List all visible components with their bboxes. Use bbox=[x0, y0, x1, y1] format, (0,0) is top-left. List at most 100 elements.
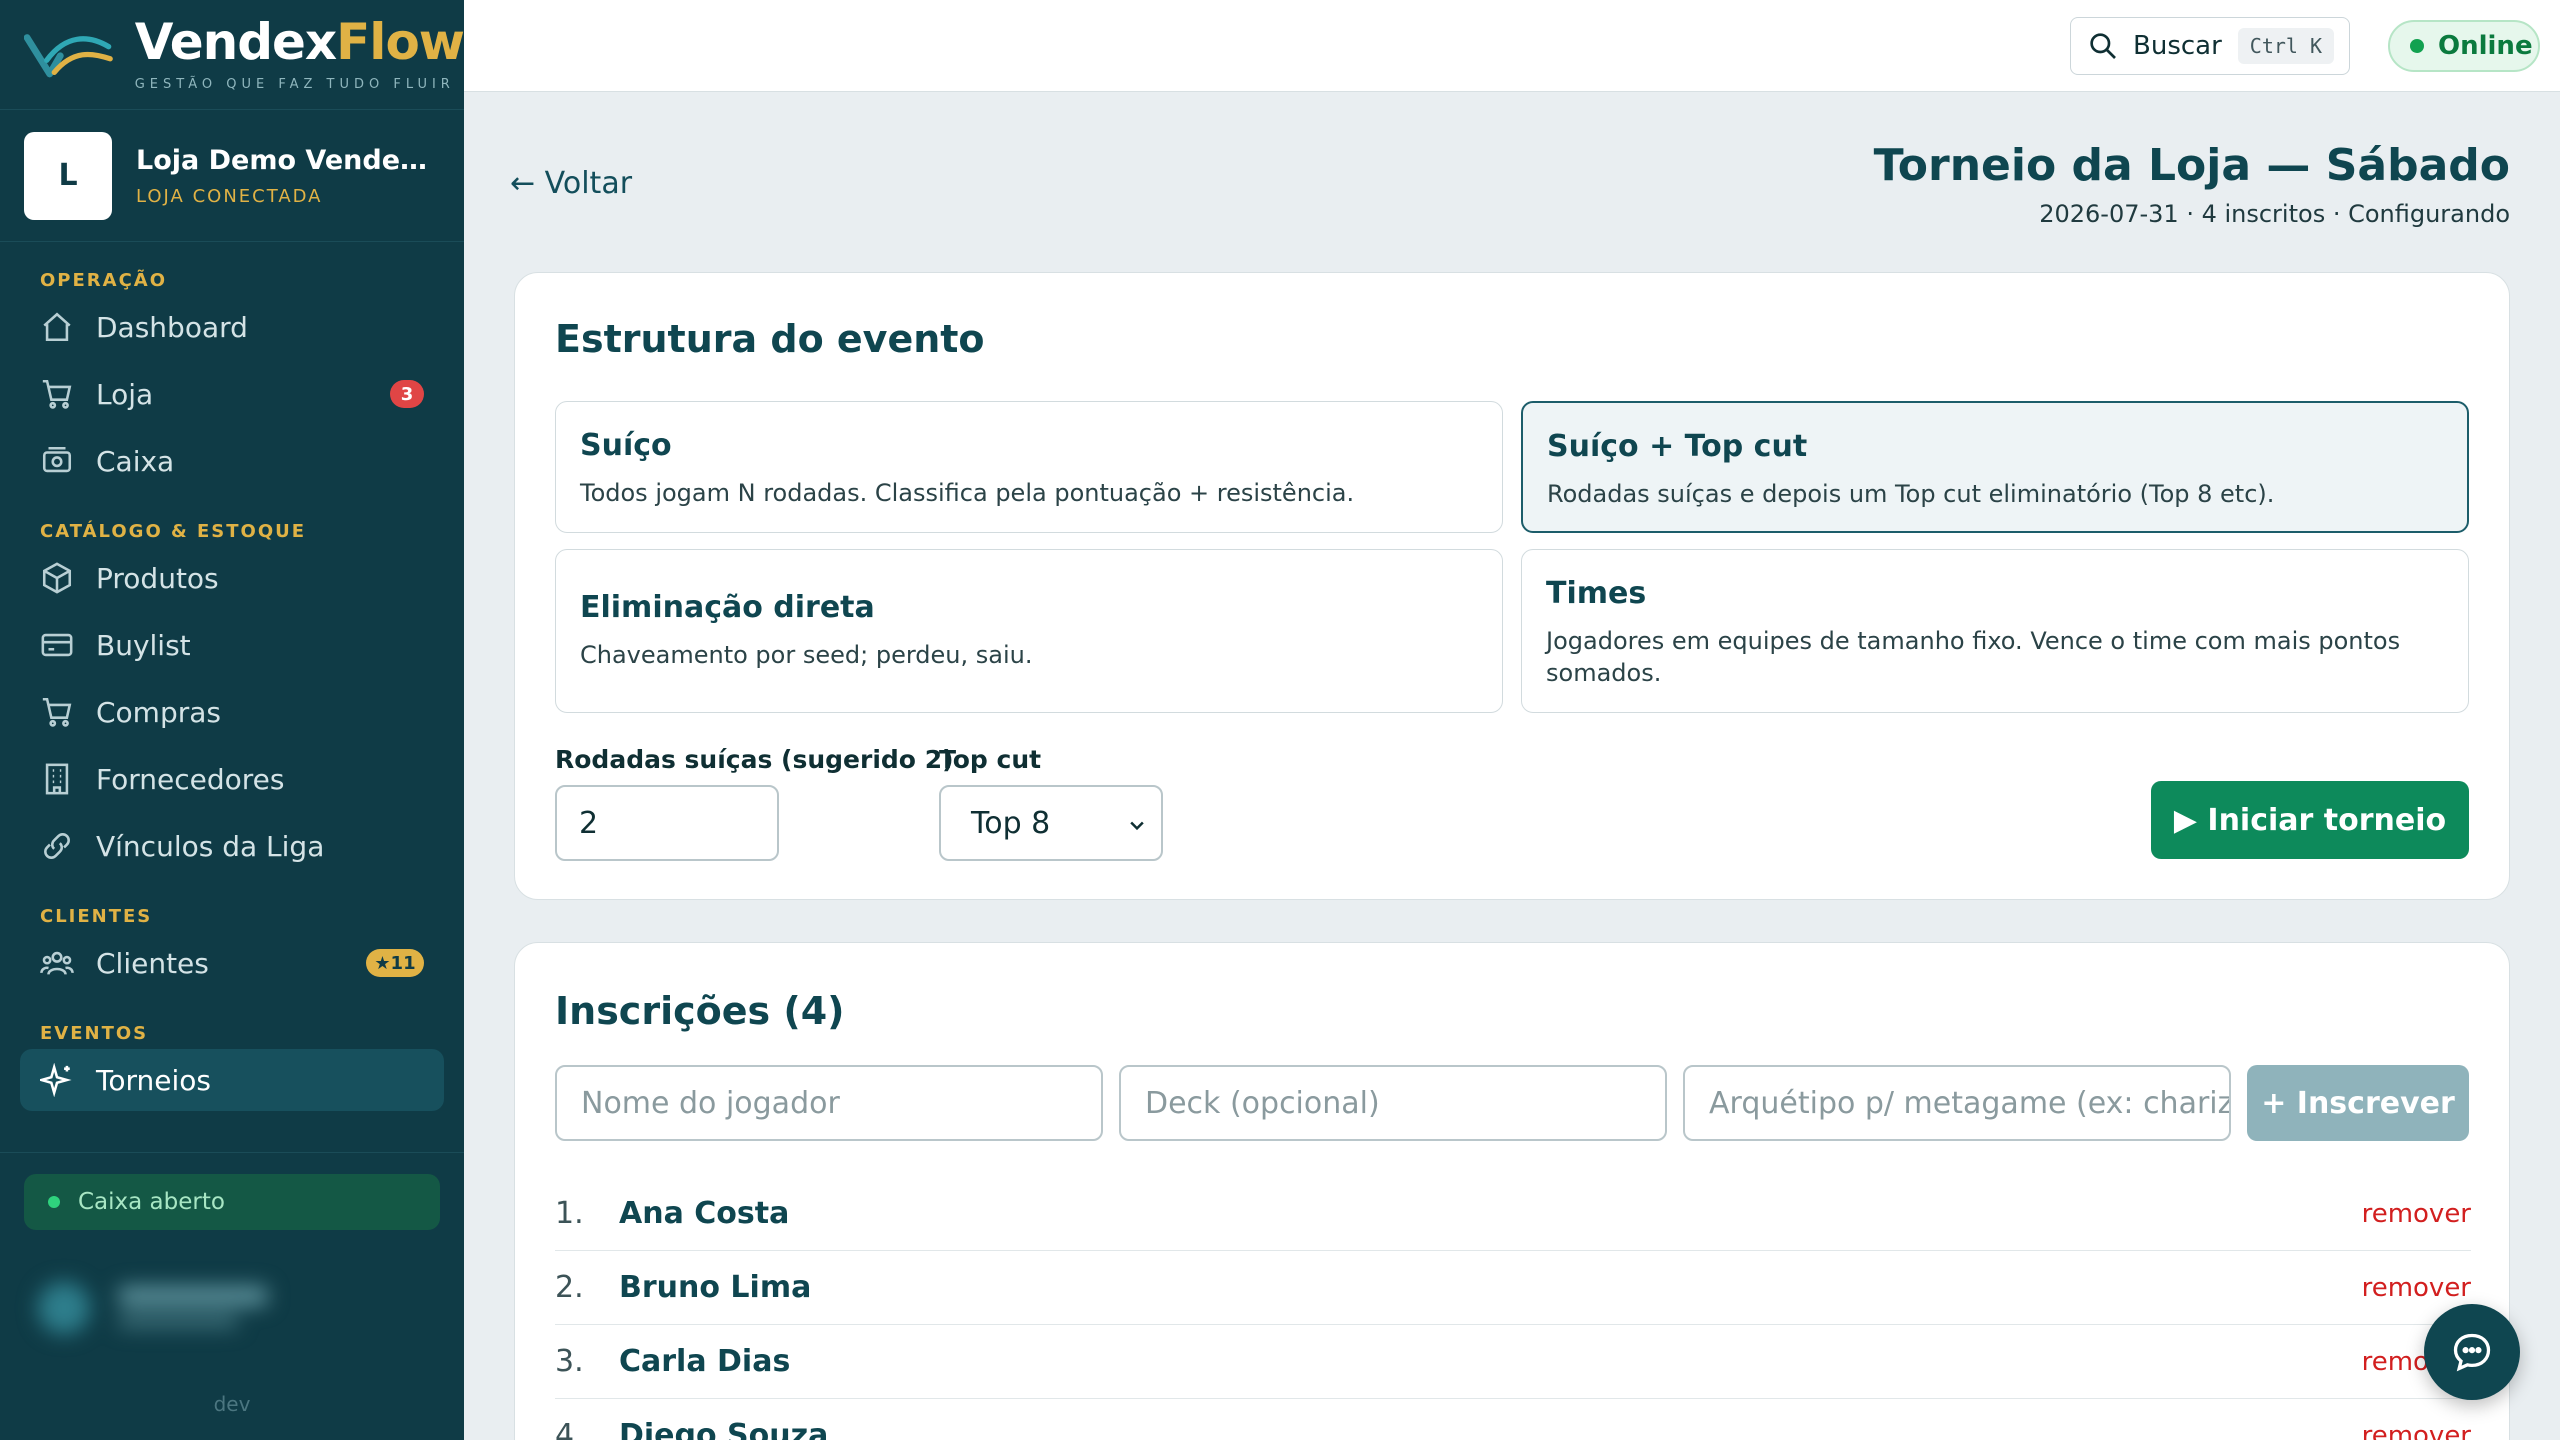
building-icon bbox=[40, 762, 74, 796]
row-number: 3. bbox=[555, 1344, 584, 1379]
format-option-desc: Rodadas suíças e depois um Top cut elimi… bbox=[1547, 480, 2275, 508]
page-title: Torneio da Loja — Sábado bbox=[1873, 140, 2510, 191]
sidebar-item-label: Compras bbox=[96, 695, 221, 729]
topcut-select[interactable]: Top 8 bbox=[939, 785, 1163, 861]
cash-status-pill[interactable]: Caixa aberto bbox=[24, 1174, 440, 1230]
store-name: Loja Demo VendexFlow bbox=[136, 144, 436, 176]
sidebar-item-vinculos-da-liga[interactable]: Vínculos da Liga bbox=[20, 815, 444, 877]
chat-bubble-icon bbox=[2453, 1333, 2491, 1372]
cart-icon bbox=[40, 377, 74, 411]
format-option-suico[interactable]: Suíço Todos jogam N rodadas. Classifica … bbox=[555, 401, 1503, 533]
vendexflow-logo-icon bbox=[24, 33, 113, 77]
home-icon bbox=[40, 310, 74, 344]
nav-section-clientes: CLIENTES bbox=[40, 906, 153, 927]
table-row: 2. Bruno Lima remover bbox=[555, 1251, 2471, 1325]
brand-header[interactable]: VendexFlow GESTÃO QUE FAZ TUDO FLUIR bbox=[0, 0, 465, 110]
user-profile-blurred[interactable] bbox=[28, 1278, 428, 1338]
remove-player-link[interactable]: remover bbox=[2362, 1421, 2471, 1440]
environment-label: dev bbox=[213, 1392, 251, 1416]
sidebar-item-compras[interactable]: Compras bbox=[20, 681, 444, 743]
event-structure-title: Estrutura do evento bbox=[555, 317, 985, 361]
row-number: 2. bbox=[555, 1270, 584, 1305]
sidebar-divider bbox=[0, 1152, 464, 1153]
format-option-suico-top-cut[interactable]: Suíço + Top cut Rodadas suíças e depois … bbox=[1521, 401, 2469, 533]
sidebar-item-label: Clientes bbox=[96, 946, 209, 980]
topcut-label: Top cut bbox=[939, 745, 1042, 774]
format-option-title: Times bbox=[1546, 576, 1647, 611]
search-button[interactable]: Buscar Ctrl K bbox=[2070, 17, 2350, 75]
rounds-label: Rodadas suíças (sugerido 2) bbox=[555, 745, 954, 774]
back-link[interactable]: ← Voltar bbox=[510, 166, 632, 201]
sidebar-item-label: Dashboard bbox=[96, 310, 248, 344]
search-label: Buscar bbox=[2133, 31, 2222, 61]
sidebar-item-buylist[interactable]: Buylist bbox=[20, 614, 444, 676]
enroll-button[interactable]: + Inscrever bbox=[2247, 1065, 2469, 1141]
store-switcher[interactable]: L Loja Demo VendexFlow LOJA CONECTADA bbox=[0, 110, 464, 242]
chevron-down-icon bbox=[1130, 821, 1144, 831]
format-option-title: Suíço + Top cut bbox=[1547, 429, 1808, 464]
sidebar: VendexFlow GESTÃO QUE FAZ TUDO FLUIR L L… bbox=[0, 0, 465, 1440]
format-option-desc: Chaveamento por seed; perdeu, saiu. bbox=[580, 641, 1033, 669]
sidebar-item-label: Vínculos da Liga bbox=[96, 829, 325, 863]
users-icon bbox=[40, 946, 74, 980]
sidebar-item-clientes[interactable]: Clientes ★11 bbox=[20, 932, 444, 994]
nav-section-operacao: OPERAÇÃO bbox=[40, 270, 168, 291]
table-row: 3. Carla Dias remover bbox=[555, 1325, 2471, 1399]
online-status-label: Online bbox=[2438, 31, 2533, 61]
clientes-star-badge: ★11 bbox=[366, 949, 424, 977]
store-status: LOJA CONECTADA bbox=[136, 185, 323, 207]
box-icon bbox=[40, 561, 74, 595]
format-option-title: Eliminação direta bbox=[580, 590, 875, 625]
cart-icon bbox=[40, 695, 74, 729]
player-name: Diego Souza bbox=[619, 1418, 829, 1440]
topbar: Buscar Ctrl K Online bbox=[464, 0, 2560, 92]
player-name-input[interactable]: Nome do jogador bbox=[555, 1065, 1103, 1141]
sidebar-item-label: Buylist bbox=[96, 628, 191, 662]
sidebar-item-produtos[interactable]: Produtos bbox=[20, 547, 444, 609]
archetype-input[interactable]: Arquétipo p/ metagame (ex: chariza bbox=[1683, 1065, 2231, 1141]
brand-tagline: GESTÃO QUE FAZ TUDO FLUIR bbox=[134, 77, 455, 92]
search-icon bbox=[2090, 33, 2116, 59]
player-name: Ana Costa bbox=[619, 1196, 790, 1231]
online-status-badge: Online bbox=[2388, 20, 2540, 72]
sidebar-item-fornecedores[interactable]: Fornecedores bbox=[20, 748, 444, 810]
sidebar-item-caixa[interactable]: Caixa bbox=[20, 430, 444, 492]
table-row: 1. Ana Costa remover bbox=[555, 1177, 2471, 1251]
online-dot bbox=[2410, 39, 2424, 53]
sidebar-item-label: Produtos bbox=[96, 561, 219, 595]
row-number: 1. bbox=[555, 1196, 584, 1231]
format-option-times[interactable]: Times Jogadores em equipes de tamanho fi… bbox=[1521, 549, 2469, 713]
sidebar-item-label: Caixa bbox=[96, 444, 175, 478]
remove-player-link[interactable]: remover bbox=[2362, 1199, 2471, 1229]
sidebar-item-label: Loja bbox=[96, 377, 154, 411]
format-option-desc: Jogadores em equipes de tamanho fixo. Ve… bbox=[1546, 627, 2401, 687]
store-avatar: L bbox=[24, 131, 112, 220]
cash-status-label: Caixa aberto bbox=[78, 1189, 225, 1215]
cash-icon bbox=[40, 444, 74, 478]
page-subtitle: 2026-07-31 · 4 inscritos · Configurando bbox=[2039, 200, 2510, 228]
card-icon bbox=[40, 628, 74, 662]
enrollments-card: Inscrições (4) Nome do jogador Deck (opc… bbox=[514, 942, 2510, 1440]
rounds-input[interactable] bbox=[555, 785, 779, 861]
sidebar-item-label: Torneios bbox=[96, 1063, 211, 1097]
format-option-eliminacao-direta[interactable]: Eliminação direta Chaveamento por seed; … bbox=[555, 549, 1503, 713]
format-option-desc: Todos jogam N rodadas. Classifica pela p… bbox=[580, 479, 1355, 507]
chat-button[interactable] bbox=[2424, 1304, 2520, 1400]
loja-count-badge: 3 bbox=[390, 380, 424, 408]
sidebar-nav: OPERAÇÃO Dashboard Loja 3 Caixa CATÁLOGO… bbox=[0, 242, 464, 1111]
start-tournament-button[interactable]: ▶ Iniciar torneio bbox=[2151, 781, 2469, 859]
sidebar-item-loja[interactable]: Loja 3 bbox=[20, 363, 444, 425]
player-name: Carla Dias bbox=[619, 1344, 791, 1379]
brand-name: VendexFlow bbox=[135, 17, 465, 67]
brand-name-part1: Vendex bbox=[134, 13, 337, 71]
cash-status-dot bbox=[48, 1196, 60, 1208]
user-avatar bbox=[38, 1282, 90, 1334]
enrollment-list: 1. Ana Costa remover 2. Bruno Lima remov… bbox=[555, 1177, 2471, 1440]
sidebar-item-dashboard[interactable]: Dashboard bbox=[20, 296, 444, 358]
player-name: Bruno Lima bbox=[619, 1270, 812, 1305]
sidebar-item-label: Fornecedores bbox=[96, 762, 285, 796]
user-name-redacted bbox=[118, 1286, 268, 1306]
remove-player-link[interactable]: remover bbox=[2362, 1273, 2471, 1303]
sidebar-item-torneios[interactable]: Torneios bbox=[20, 1049, 444, 1111]
deck-input[interactable]: Deck (opcional) bbox=[1119, 1065, 1667, 1141]
